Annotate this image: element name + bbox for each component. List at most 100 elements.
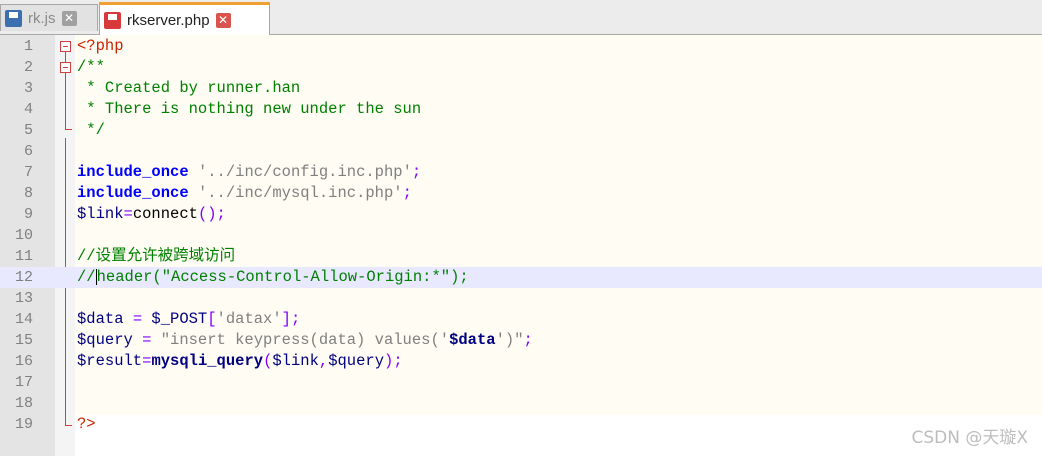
- code-line[interactable]: 5 */: [0, 120, 1042, 141]
- code-line[interactable]: 2 /**: [0, 57, 1042, 78]
- line-number: 17: [14, 374, 33, 391]
- code-editor[interactable]: 1 <?php 2/** 3 * Created by runner.han 4 * T…: [0, 36, 1042, 435]
- code-line[interactable]: 15 $query = "insert keypress(data) values…: [0, 330, 1042, 351]
- code-line[interactable]: 6: [0, 141, 1042, 162]
- code-line[interactable]: 18: [0, 393, 1042, 414]
- code-text: * Created by runner.han: [77, 78, 300, 99]
- code-line[interactable]: 11 //设置允许被跨域访问: [0, 246, 1042, 267]
- code-token: $link: [77, 205, 124, 223]
- code-token: "insert keypress(data) values(': [160, 331, 450, 349]
- code-token: /**: [77, 58, 105, 76]
- line-number: 5: [23, 122, 33, 139]
- code-token: (: [263, 352, 273, 370]
- code-text: include_once '../inc/config.inc.php';: [77, 162, 421, 183]
- line-number: 10: [14, 227, 33, 244]
- code-line[interactable]: 8 include_once '../inc/mysql.inc.php';: [0, 183, 1042, 204]
- line-number: 7: [23, 164, 33, 181]
- code-token: $_POST: [151, 310, 208, 328]
- line-number: 8: [23, 185, 33, 202]
- code-token: * Created by runner.han: [77, 79, 301, 97]
- code-token: [: [207, 310, 217, 328]
- code-line[interactable]: 17: [0, 372, 1042, 393]
- code-line[interactable]: 7 include_once '../inc/config.inc.php';: [0, 162, 1042, 183]
- code-token: header("Access-Control-Allow-Origin:*");: [96, 268, 469, 286]
- tab-rk-js[interactable]: rk.js ✕: [0, 4, 98, 31]
- code-token: ];: [281, 310, 301, 328]
- code-line[interactable]: 1 <?php: [0, 36, 1042, 57]
- line-number: 2: [23, 59, 33, 76]
- tab-label: rk.js: [28, 9, 56, 27]
- code-token: $query: [328, 352, 385, 370]
- code-token: mysqli_query: [151, 352, 264, 370]
- code-token: ?>: [77, 415, 96, 433]
- code-text: /**: [77, 57, 105, 78]
- code-token: $result: [77, 352, 143, 370]
- code-text: ?>: [77, 414, 96, 435]
- code-line[interactable]: 16 $result=mysqli_query($link,$query);: [0, 351, 1042, 372]
- code-line[interactable]: 14 $data = $_POST['datax'];: [0, 309, 1042, 330]
- save-disk-modified-icon: [104, 11, 121, 29]
- code-token: * There is nothing new under the sun: [77, 100, 422, 118]
- line-number: 14: [14, 311, 33, 328]
- close-icon[interactable]: ✕: [61, 10, 77, 26]
- code-line[interactable]: 3 * Created by runner.han: [0, 78, 1042, 99]
- code-token: ')": [495, 331, 524, 349]
- code-token: $query: [77, 331, 133, 349]
- code-token: //设置允许被跨域访问: [77, 247, 236, 265]
- line-number: 13: [14, 290, 33, 307]
- code-text: <?php: [77, 36, 124, 57]
- code-token: ;: [523, 331, 533, 349]
- line-number: 19: [14, 416, 33, 433]
- code-token: =: [132, 331, 161, 349]
- line-number: 12: [14, 269, 33, 286]
- save-disk-icon: [5, 9, 22, 27]
- code-token: include_once: [77, 163, 189, 181]
- code-token: ;: [411, 163, 422, 181]
- code-line[interactable]: 12 //header("Access-Control-Allow-Origin:…: [0, 267, 1042, 288]
- code-token: =: [123, 205, 133, 223]
- code-line[interactable]: 9 $link=connect();: [0, 204, 1042, 225]
- line-number: 16: [14, 353, 33, 370]
- code-line[interactable]: 19 ?>: [0, 414, 1042, 435]
- code-token: 'datax': [216, 310, 282, 328]
- code-text: $result=mysqli_query($link,$query);: [77, 351, 403, 372]
- code-token: ,: [318, 352, 329, 370]
- code-token: =: [123, 310, 152, 328]
- tab-label: rkserver.php: [127, 11, 210, 29]
- code-text: */: [77, 120, 105, 141]
- code-line[interactable]: 10: [0, 225, 1042, 246]
- line-number: 1: [23, 38, 33, 55]
- code-token: //: [77, 268, 96, 286]
- code-text: $link=connect();: [77, 204, 226, 225]
- code-text: include_once '../inc/mysql.inc.php';: [77, 183, 412, 204]
- code-token: $link: [272, 352, 319, 370]
- code-text: //header("Access-Control-Allow-Origin:*"…: [77, 267, 469, 288]
- line-number: 9: [23, 206, 33, 223]
- line-number: 3: [23, 80, 33, 97]
- code-line[interactable]: 4 * There is nothing new under the sun: [0, 99, 1042, 120]
- code-token: '../inc/mysql.inc.php': [197, 184, 403, 202]
- code-token: connect: [132, 205, 198, 223]
- line-number: 11: [14, 248, 33, 265]
- line-number: 18: [14, 395, 33, 412]
- code-text: * There is nothing new under the sun: [77, 99, 421, 120]
- tab-rkserver-php[interactable]: rkserver.php ✕: [99, 2, 270, 35]
- line-number: 15: [14, 332, 33, 349]
- code-token: $data: [77, 310, 124, 328]
- code-token: '../inc/config.inc.php': [197, 163, 412, 181]
- line-number: 6: [23, 143, 33, 160]
- code-token: include_once: [77, 184, 189, 202]
- code-text: //设置允许被跨域访问: [77, 246, 235, 267]
- code-token: ;: [402, 184, 412, 202]
- watermark: CSDN @天璇X: [911, 428, 1028, 448]
- code-token: */: [77, 121, 105, 139]
- code-token: <?php: [77, 37, 124, 55]
- close-icon[interactable]: ✕: [215, 12, 231, 28]
- code-line[interactable]: 13: [0, 288, 1042, 309]
- code-text: $data = $_POST['datax'];: [77, 309, 300, 330]
- code-token: $data: [449, 331, 496, 349]
- tab-bar: rk.js ✕ rkserver.php ✕: [0, 0, 1042, 35]
- code-text: $query = "insert keypress(data) values('…: [77, 330, 533, 351]
- code-token: ();: [197, 205, 226, 223]
